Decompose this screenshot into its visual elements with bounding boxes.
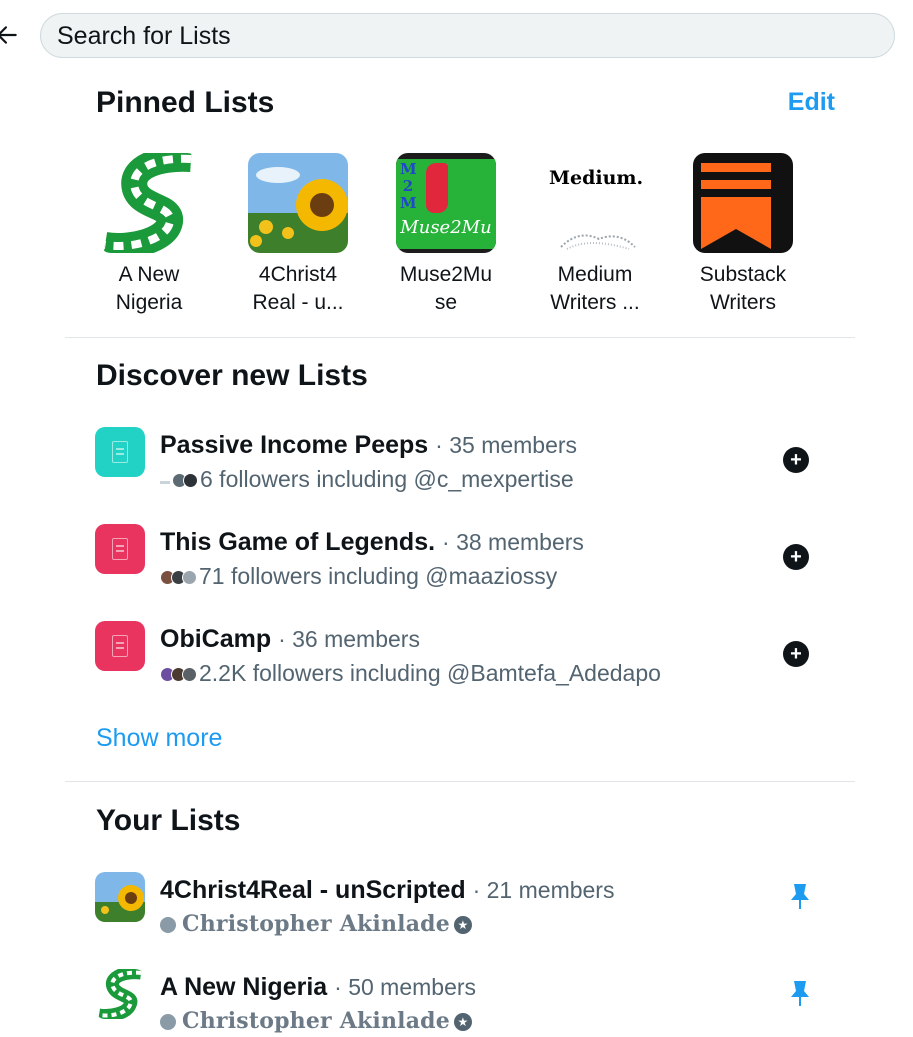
show-more-link[interactable]: Show more: [96, 724, 222, 753]
follow-list-plus-icon[interactable]: +: [783, 641, 809, 667]
list-title-line: ObiCamp · 36 members: [160, 625, 420, 654]
muse2muse-thumb-text: Muse2Mu: [400, 217, 492, 238]
list-members-count: · 21 members: [472, 877, 615, 903]
pinned-item-label-line1: Muse2Mu: [399, 263, 493, 286]
list-followers-line: 6 followers including @c_mexpertise: [160, 466, 574, 494]
nigeria-ribbon-list-avatar: [95, 969, 145, 1019]
medium-thumbnail: Medium.: [545, 153, 645, 253]
document-icon: [112, 441, 128, 463]
follower-avatars: [160, 467, 198, 494]
list-owner: Christopher Akinlade ★: [160, 1008, 472, 1034]
document-icon: [112, 538, 128, 560]
pinned-item-label-line1: A New: [118, 263, 180, 286]
pinned-item-a-new-nigeria[interactable]: A New Nigeria: [84, 153, 214, 317]
discover-list-item[interactable]: ObiCamp · 36 members 2.2K followers incl…: [0, 619, 913, 709]
discover-list-item[interactable]: This Game of Legends. · 38 members 71 fo…: [0, 522, 913, 612]
discover-lists-heading: Discover new Lists: [96, 359, 368, 392]
list-followers-text: 2.2K followers including @Bamtefa_Adedap…: [199, 660, 661, 686]
verified-badge-icon: ★: [453, 1013, 472, 1031]
list-members-count: · 35 members: [435, 432, 578, 458]
back-arrow-icon[interactable]: [0, 22, 20, 48]
owner-name: Christopher Akinlade: [182, 911, 450, 937]
follow-list-plus-icon[interactable]: +: [783, 544, 809, 570]
pinned-item-label-line2: Real - u...: [252, 291, 344, 314]
pinned-item-label-line2: se: [434, 291, 458, 314]
list-icon: [95, 524, 145, 574]
list-name: This Game of Legends.: [160, 528, 436, 556]
list-icon: [95, 621, 145, 671]
muse2muse-thumbnail: M2M Muse2Mu: [396, 153, 496, 253]
list-title-line: Passive Income Peeps · 35 members: [160, 431, 577, 460]
medium-thumb-text: Medium.: [549, 167, 644, 189]
pinned-item-substack-writers[interactable]: Substack Writers: [678, 153, 808, 317]
list-followers-text: 71 followers including @maaziossy: [199, 563, 558, 589]
pinned-item-label-line1: Medium: [557, 263, 633, 286]
substack-logo-thumbnail: [693, 153, 793, 253]
search-input[interactable]: Search for Lists: [40, 13, 895, 58]
pinned-pin-icon[interactable]: [788, 882, 812, 910]
owner-name: Christopher Akinlade: [182, 1008, 450, 1034]
section-divider: [65, 337, 855, 338]
discover-list-item[interactable]: Passive Income Peeps · 35 members 6 foll…: [0, 425, 913, 515]
list-name: A New Nigeria: [160, 973, 328, 1001]
list-members-count: · 50 members: [334, 974, 477, 1000]
sunflower-list-avatar: [95, 872, 145, 922]
follower-avatars: [160, 661, 197, 688]
owner-avatar: [160, 917, 176, 933]
pinned-item-label-line2: Writers: [709, 291, 777, 314]
sketch-scribble-icon: [560, 234, 636, 250]
search-placeholder: Search for Lists: [57, 22, 231, 50]
list-members-count: · 36 members: [278, 626, 420, 652]
list-followers-line: 2.2K followers including @Bamtefa_Adedap…: [160, 660, 661, 688]
list-title-line: A New Nigeria · 50 members: [160, 973, 476, 1002]
your-lists-heading: Your Lists: [96, 804, 241, 837]
list-icon: [95, 427, 145, 477]
list-followers-text: 6 followers including @c_mexpertise: [200, 466, 574, 492]
pinned-pin-icon[interactable]: [788, 979, 812, 1007]
list-name: Passive Income Peeps: [160, 431, 429, 459]
pinned-item-label-line2: Nigeria: [115, 291, 183, 314]
muse2muse-side-text: M2M: [400, 160, 417, 212]
your-list-item[interactable]: A New Nigeria · 50 members Christopher A…: [0, 967, 913, 1037]
list-followers-line: 71 followers including @maaziossy: [160, 563, 557, 591]
pinned-item-label-line1: 4Christ4: [258, 263, 338, 286]
list-title-line: This Game of Legends. · 38 members: [160, 528, 584, 557]
list-name: ObiCamp: [160, 625, 272, 653]
pinned-item-label-line2: Writers ...: [550, 291, 640, 314]
pinned-item-muse2muse[interactable]: M2M Muse2Mu Muse2Mu se: [381, 153, 511, 317]
pinned-item-medium-writers[interactable]: Medium. Medium Writers ...: [530, 153, 660, 317]
list-name: 4Christ4Real - unScripted: [160, 876, 466, 904]
edit-pinned-button[interactable]: Edit: [788, 88, 835, 117]
section-divider: [65, 781, 855, 782]
verified-badge-icon: ★: [453, 916, 472, 934]
pinned-item-4christ4real[interactable]: 4Christ4 Real - u...: [233, 153, 363, 317]
list-title-line: 4Christ4Real - unScripted · 21 members: [160, 876, 614, 905]
top-bar: Search for Lists: [0, 0, 913, 70]
list-members-count: · 38 members: [442, 529, 584, 555]
document-icon: [112, 635, 128, 657]
follower-avatars: [160, 564, 197, 591]
list-owner: Christopher Akinlade ★: [160, 911, 472, 937]
your-list-item[interactable]: 4Christ4Real - unScripted · 21 members C…: [0, 870, 913, 960]
sunflower-thumbnail: [248, 153, 348, 253]
pinned-lists-row: A New Nigeria 4Christ4 Real - u... M2M M…: [0, 153, 913, 323]
pinned-lists-heading: Pinned Lists: [96, 86, 275, 119]
muse2muse-face-shape: [426, 163, 448, 213]
owner-avatar: [160, 1014, 176, 1030]
nigeria-ribbon-thumbnail: [99, 153, 199, 253]
follow-list-plus-icon[interactable]: +: [783, 447, 809, 473]
pinned-item-label-line1: Substack: [699, 263, 787, 286]
